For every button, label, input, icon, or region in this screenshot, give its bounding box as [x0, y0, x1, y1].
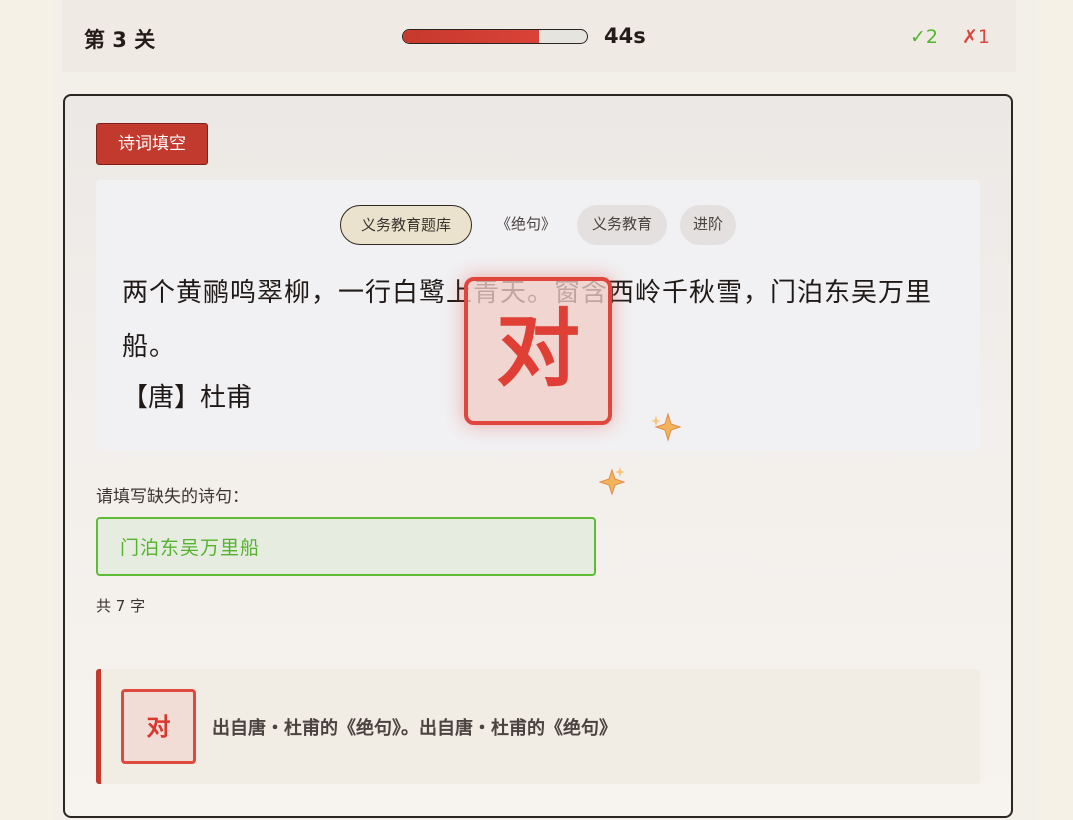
tag-question-bank[interactable]: 义务教育题库 — [340, 205, 472, 245]
feedback-text: 出自唐・杜甫的《绝句》。出自唐・杜甫的《绝句》 — [212, 718, 617, 739]
time-progress-fill — [403, 30, 540, 43]
level-label: 第 3 关 — [84, 28, 156, 52]
fill-in-prompt: 请填写缺失的诗句： — [96, 487, 249, 507]
correct-seal-stamp: 对 — [464, 277, 612, 425]
wrong-count: ✗1 — [962, 26, 991, 48]
sparkle-icon — [651, 412, 682, 442]
tag-education: 义务教育 — [577, 205, 667, 245]
char-count-hint: 共 7 字 — [96, 597, 146, 615]
correct-count: ✓2 — [910, 26, 939, 48]
question-type-tag: 诗词填空 — [96, 123, 208, 165]
answer-input[interactable] — [96, 517, 596, 576]
poem-author: 【唐】杜甫 — [122, 383, 253, 413]
sparkle-icon — [598, 467, 626, 496]
feedback-seal-stamp: 对 — [121, 689, 196, 764]
timer-label: 44s — [604, 24, 646, 48]
tag-difficulty: 进阶 — [680, 205, 736, 245]
game-stage: 第 3 关 44s ✓2 ✗1 诗词填空 义务教育题库 《绝句》 义务教育 进阶… — [0, 0, 1073, 820]
tag-poem-title: 《绝句》 — [495, 215, 556, 233]
time-progress-bar — [402, 29, 588, 44]
